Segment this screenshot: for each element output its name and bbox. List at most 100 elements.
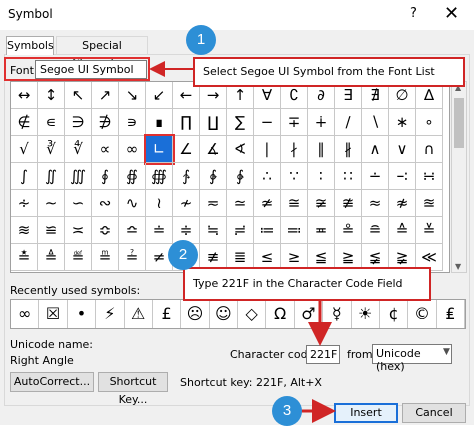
symbol-cell[interactable]: ≕ <box>281 217 308 244</box>
symbol-cell[interactable]: ∘ <box>416 109 443 136</box>
symbol-cell[interactable]: ∢ <box>227 136 254 163</box>
symbol-cell[interactable]: ∸ <box>362 163 389 190</box>
recent-symbol-cell[interactable]: ⚠ <box>125 300 153 328</box>
symbol-cell[interactable]: ∼ <box>38 190 65 217</box>
recent-symbol-cell[interactable]: ☿ <box>323 300 352 328</box>
symbol-cell[interactable]: ∟ <box>144 134 175 165</box>
symbol-cell[interactable]: ∧ <box>362 136 389 163</box>
symbol-cell[interactable]: ∖ <box>362 109 389 136</box>
from-select[interactable]: Unicode (hex) <box>372 344 452 373</box>
symbol-cell[interactable]: ∊ <box>38 109 65 136</box>
symbol-cell[interactable]: ≜ <box>38 244 65 271</box>
symbol-cell[interactable]: ≁ <box>173 190 200 217</box>
symbol-cell[interactable]: ≛ <box>11 244 38 271</box>
symbol-cell[interactable]: ≆ <box>308 190 335 217</box>
symbol-cell[interactable]: ≅ <box>281 190 308 217</box>
tab-special-characters[interactable]: Special Characters <box>56 36 148 69</box>
symbol-cell[interactable]: ≊ <box>416 190 443 217</box>
recent-symbol-cell[interactable]: Ω <box>266 300 295 328</box>
symbol-cell[interactable]: ≔ <box>254 217 281 244</box>
symbol-cell[interactable]: ∉ <box>11 109 38 136</box>
symbol-cell[interactable]: ∬ <box>38 163 65 190</box>
symbol-cell[interactable]: ∨ <box>389 136 416 163</box>
grid-scrollbar[interactable]: ▲ ▼ <box>451 81 467 273</box>
symbol-cell[interactable]: ≞ <box>92 244 119 271</box>
symbol-cell[interactable]: ∭ <box>65 163 92 190</box>
symbol-cell[interactable]: ∝ <box>92 136 119 163</box>
chevron-down-icon[interactable]: ▼ <box>443 347 450 357</box>
symbol-cell[interactable]: ≘ <box>362 217 389 244</box>
symbol-cell[interactable]: ≙ <box>389 217 416 244</box>
help-icon[interactable]: ? <box>410 6 417 21</box>
symbol-cell[interactable]: ∐ <box>200 109 227 136</box>
symbol-cell[interactable]: √ <box>11 136 38 163</box>
symbol-cell[interactable]: ↘ <box>119 82 146 109</box>
cancel-button[interactable]: Cancel <box>402 403 466 423</box>
symbol-cell[interactable]: ↕ <box>38 82 65 109</box>
symbol-cell[interactable]: ≟ <box>119 244 146 271</box>
symbol-cell[interactable]: ∡ <box>200 136 227 163</box>
close-icon[interactable]: ✕ <box>444 3 459 24</box>
symbol-cell[interactable]: ∎ <box>146 109 173 136</box>
character-code-input[interactable]: 221F <box>306 345 340 364</box>
symbol-cell[interactable]: ∻ <box>11 190 38 217</box>
symbol-cell[interactable]: ∛ <box>38 136 65 163</box>
symbol-cell[interactable]: ∾ <box>92 190 119 217</box>
symbol-cell[interactable]: ∫ <box>11 163 38 190</box>
symbol-cell[interactable]: ↗ <box>92 82 119 109</box>
symbol-cell[interactable]: ∦ <box>335 136 362 163</box>
recent-symbol-cell[interactable]: ◇ <box>238 300 267 328</box>
symbol-cell[interactable]: ∲ <box>200 163 227 190</box>
symbol-cell[interactable]: ≓ <box>227 217 254 244</box>
symbol-cell[interactable]: ∹ <box>389 163 416 190</box>
symbol-cell[interactable]: ≎ <box>92 217 119 244</box>
symbol-cell[interactable]: ∞ <box>119 136 146 163</box>
symbol-cell[interactable]: − <box>254 109 281 136</box>
symbol-cell[interactable]: ∍ <box>119 109 146 136</box>
symbol-cell[interactable]: ∑ <box>227 109 254 136</box>
tab-symbols[interactable]: Symbols <box>6 36 54 55</box>
symbol-cell[interactable]: ∱ <box>173 163 200 190</box>
symbol-cell[interactable]: ≚ <box>416 217 443 244</box>
recent-symbol-cell[interactable]: • <box>68 300 97 328</box>
symbol-cell[interactable]: ≀ <box>146 190 173 217</box>
scroll-thumb[interactable] <box>454 98 464 148</box>
symbol-cell[interactable]: ∋ <box>65 109 92 136</box>
symbol-cell[interactable]: ∔ <box>308 109 335 136</box>
recent-symbol-cell[interactable]: ☹ <box>181 300 210 328</box>
symbol-cell[interactable]: ∠ <box>173 136 200 163</box>
symbol-cell[interactable]: ≗ <box>335 217 362 244</box>
symbol-cell[interactable]: ∩ <box>416 136 443 163</box>
symbol-cell[interactable]: ∿ <box>119 190 146 217</box>
symbol-cell[interactable]: ∜ <box>65 136 92 163</box>
symbol-cell[interactable]: ≏ <box>119 217 146 244</box>
symbol-cell[interactable]: ≝ <box>65 244 92 271</box>
symbol-cell[interactable]: ↙ <box>146 82 173 109</box>
symbol-cell[interactable]: ↔ <box>11 82 38 109</box>
symbol-cell[interactable]: ≋ <box>11 217 38 244</box>
symbol-cell[interactable]: ≃ <box>227 190 254 217</box>
symbol-cell[interactable]: ∳ <box>227 163 254 190</box>
symbol-cell[interactable]: ∴ <box>254 163 281 190</box>
symbol-cell[interactable]: ≐ <box>146 217 173 244</box>
symbol-cell[interactable]: ∗ <box>389 109 416 136</box>
symbol-cell[interactable]: ≒ <box>200 217 227 244</box>
recent-symbol-cell[interactable]: ☀ <box>352 300 380 328</box>
symbol-cell[interactable]: ∕ <box>335 109 362 136</box>
symbol-cell[interactable]: ≖ <box>308 217 335 244</box>
symbol-cell[interactable]: ∌ <box>92 109 119 136</box>
symbol-cell[interactable]: ∯ <box>119 163 146 190</box>
symbol-cell[interactable]: ≉ <box>389 190 416 217</box>
recent-symbol-cell[interactable]: ♂ <box>295 300 324 328</box>
symbol-cell[interactable]: ≌ <box>38 217 65 244</box>
recent-symbol-cell[interactable]: © <box>408 300 437 328</box>
symbol-cell[interactable]: ∓ <box>281 109 308 136</box>
recent-symbol-cell[interactable]: ☒ <box>39 300 68 328</box>
recent-symbol-cell[interactable]: ☺ <box>210 300 238 328</box>
symbol-cell[interactable]: ∤ <box>281 136 308 163</box>
autocorrect-button[interactable]: AutoCorrect... <box>10 372 94 392</box>
symbol-cell[interactable]: ∷ <box>335 163 362 190</box>
symbol-cell[interactable]: ∣ <box>254 136 281 163</box>
recent-symbol-cell[interactable]: ₤ <box>437 300 465 328</box>
symbol-cell[interactable]: ∵ <box>281 163 308 190</box>
